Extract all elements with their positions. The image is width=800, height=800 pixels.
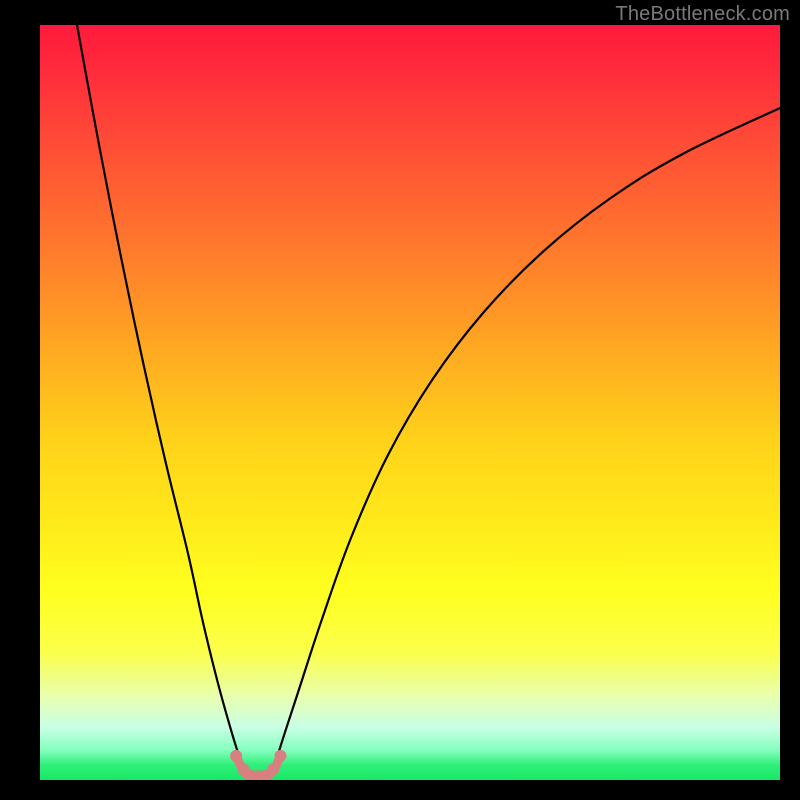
chart-frame: TheBottleneck.com: [0, 0, 800, 800]
bottleneck-chart: [40, 25, 780, 780]
bottleneck-curve: [77, 25, 780, 778]
watermark-text: TheBottleneck.com: [615, 3, 790, 26]
minimum-marker-arc: [236, 756, 280, 778]
plot-area: [40, 25, 780, 780]
